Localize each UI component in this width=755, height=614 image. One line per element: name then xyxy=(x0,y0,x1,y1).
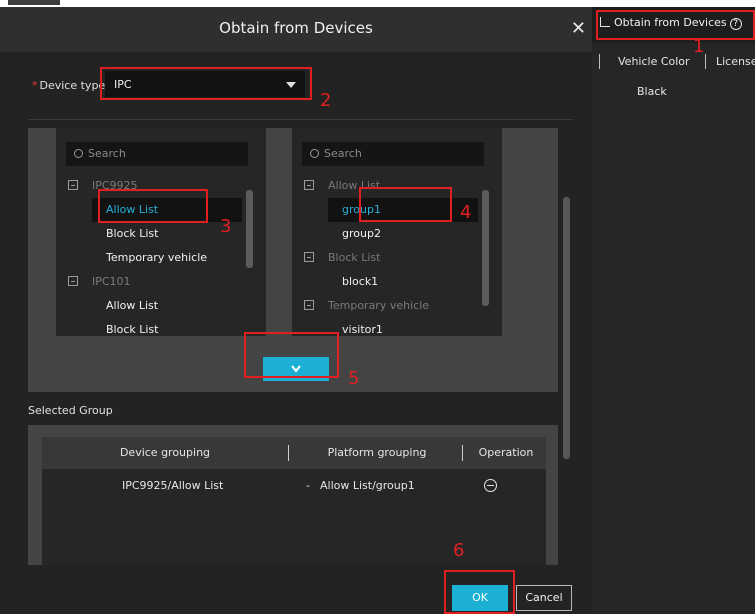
collapse-icon[interactable] xyxy=(304,252,314,262)
device-search-input[interactable]: Search xyxy=(66,142,248,166)
side-table-header: Vehicle Color License xyxy=(592,51,755,73)
annotation-number: 5 xyxy=(348,368,360,389)
tree-leaf-block-list[interactable]: Block List xyxy=(106,318,158,336)
cell-platform-grouping: Allow List/group1 xyxy=(320,479,415,492)
selected-group-table: Device grouping Platform grouping Operat… xyxy=(42,437,546,565)
required-marker: * xyxy=(32,79,38,92)
cell-device-grouping: IPC9925/Allow List xyxy=(122,479,224,492)
tree-leaf-allow-list[interactable]: Allow List xyxy=(106,294,158,318)
divider xyxy=(28,119,573,120)
annotation-box xyxy=(596,10,755,40)
top-strip xyxy=(0,0,592,7)
side-panel: Obtain from Devices? Vehicle Color Licen… xyxy=(592,7,755,614)
table-header: Device grouping Platform grouping Operat… xyxy=(42,437,546,469)
column-separator xyxy=(288,445,289,461)
column-device-grouping: Device grouping xyxy=(119,446,211,459)
search-icon xyxy=(310,149,319,158)
cell-dash: - xyxy=(306,479,310,492)
tree-node-ipc101[interactable]: IPC101 xyxy=(68,270,131,294)
column-separator xyxy=(705,54,706,69)
annotation-box xyxy=(444,570,515,614)
collapse-icon[interactable] xyxy=(304,300,314,310)
tree-leaf-block-list[interactable]: Block List xyxy=(106,222,158,246)
annotation-box xyxy=(98,189,208,223)
annotation-number: 1 xyxy=(693,36,705,57)
annotation-number: 3 xyxy=(220,216,232,237)
search-icon xyxy=(74,149,83,158)
column-operation: Operation xyxy=(478,446,534,459)
collapse-icon[interactable] xyxy=(68,276,78,286)
dialog-scrollbar[interactable] xyxy=(563,197,570,459)
column-license: License xyxy=(716,55,755,68)
tree-leaf-block1[interactable]: block1 xyxy=(342,270,378,294)
annotation-number: 6 xyxy=(453,540,465,561)
column-vehicle-color: Vehicle Color xyxy=(618,55,690,68)
selected-group-area: Device grouping Platform grouping Operat… xyxy=(28,425,558,565)
platform-tree-panel: Search Allow List group1 group2 Block Li… xyxy=(292,128,502,336)
annotation-box xyxy=(100,67,312,100)
annotation-box xyxy=(244,332,339,378)
scrollbar[interactable] xyxy=(246,190,253,268)
dialog-header: Obtain from Devices ✕ xyxy=(0,7,592,52)
scrollbar[interactable] xyxy=(482,190,489,306)
column-platform-grouping: Platform grouping xyxy=(327,446,427,459)
tree-node-temporary-vehicle[interactable]: Temporary vehicle xyxy=(304,294,429,318)
tree-leaf-temporary-vehicle[interactable]: Temporary vehicle xyxy=(106,246,207,270)
platform-search-input[interactable]: Search xyxy=(302,142,484,166)
collapse-icon[interactable] xyxy=(304,180,314,190)
tree-node-block-list[interactable]: Block List xyxy=(304,246,380,270)
cancel-button[interactable]: Cancel xyxy=(516,585,572,611)
dialog-title: Obtain from Devices xyxy=(219,19,373,37)
device-tree-panel: Search IPC9925 Allow List Block List Tem… xyxy=(56,128,266,336)
tree-leaf-group2[interactable]: group2 xyxy=(342,222,381,246)
column-separator xyxy=(599,54,600,69)
annotation-box xyxy=(359,187,452,222)
tree-leaf-visitor1[interactable]: visitor1 xyxy=(342,318,383,336)
column-separator xyxy=(462,445,463,461)
collapse-icon[interactable] xyxy=(68,180,78,190)
close-icon[interactable]: ✕ xyxy=(571,18,586,39)
selected-group-label: Selected Group xyxy=(28,404,113,417)
remove-icon[interactable] xyxy=(484,479,497,492)
cell-vehicle-color: Black xyxy=(637,85,667,98)
background-tab xyxy=(8,0,60,5)
annotation-number: 4 xyxy=(460,202,472,223)
device-type-label: * Device type xyxy=(32,79,106,92)
annotation-number: 2 xyxy=(320,90,332,111)
